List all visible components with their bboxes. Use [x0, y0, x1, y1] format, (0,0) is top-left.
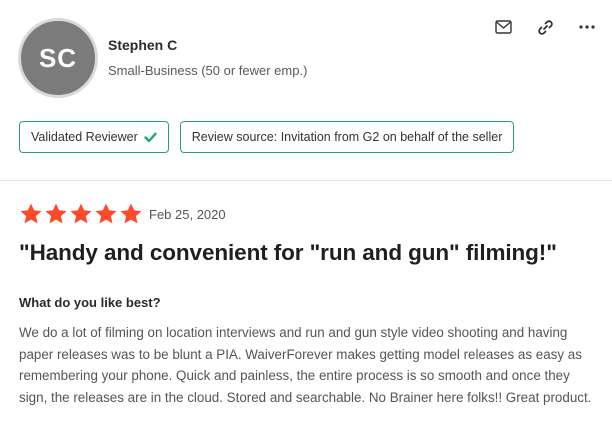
review-source-badge: Review source: Invitation from G2 on beh… — [179, 121, 515, 153]
review-date: Feb 25, 2020 — [149, 207, 226, 222]
review-actions — [494, 18, 596, 36]
validated-reviewer-badge: Validated Reviewer — [19, 121, 169, 153]
check-icon — [144, 132, 157, 143]
reviewer-name[interactable]: Stephen C — [108, 37, 177, 53]
review-question: What do you like best? — [19, 295, 161, 310]
star-icon — [70, 203, 92, 224]
avatar: SC — [18, 18, 98, 98]
mail-icon[interactable] — [494, 18, 512, 36]
reviewer-segment: Small-Business (50 or fewer emp.) — [108, 63, 308, 78]
star-icon — [120, 203, 142, 224]
review-title[interactable]: "Handy and convenient for "run and gun" … — [19, 240, 604, 266]
star-icon — [45, 203, 67, 224]
link-icon[interactable] — [536, 18, 554, 36]
review-answer: We do a lot of filming on location inter… — [19, 325, 592, 405]
more-icon[interactable] — [578, 18, 596, 36]
avatar-initials: SC — [38, 42, 78, 73]
divider — [0, 180, 612, 181]
star-icon — [20, 203, 42, 224]
review-source-label: Review source: Invitation from G2 on beh… — [191, 130, 503, 144]
star-icon — [95, 203, 117, 224]
validated-reviewer-label: Validated Reviewer — [31, 130, 138, 144]
star-rating — [19, 202, 143, 226]
badges: Validated Reviewer Review source: Invita… — [19, 121, 515, 153]
